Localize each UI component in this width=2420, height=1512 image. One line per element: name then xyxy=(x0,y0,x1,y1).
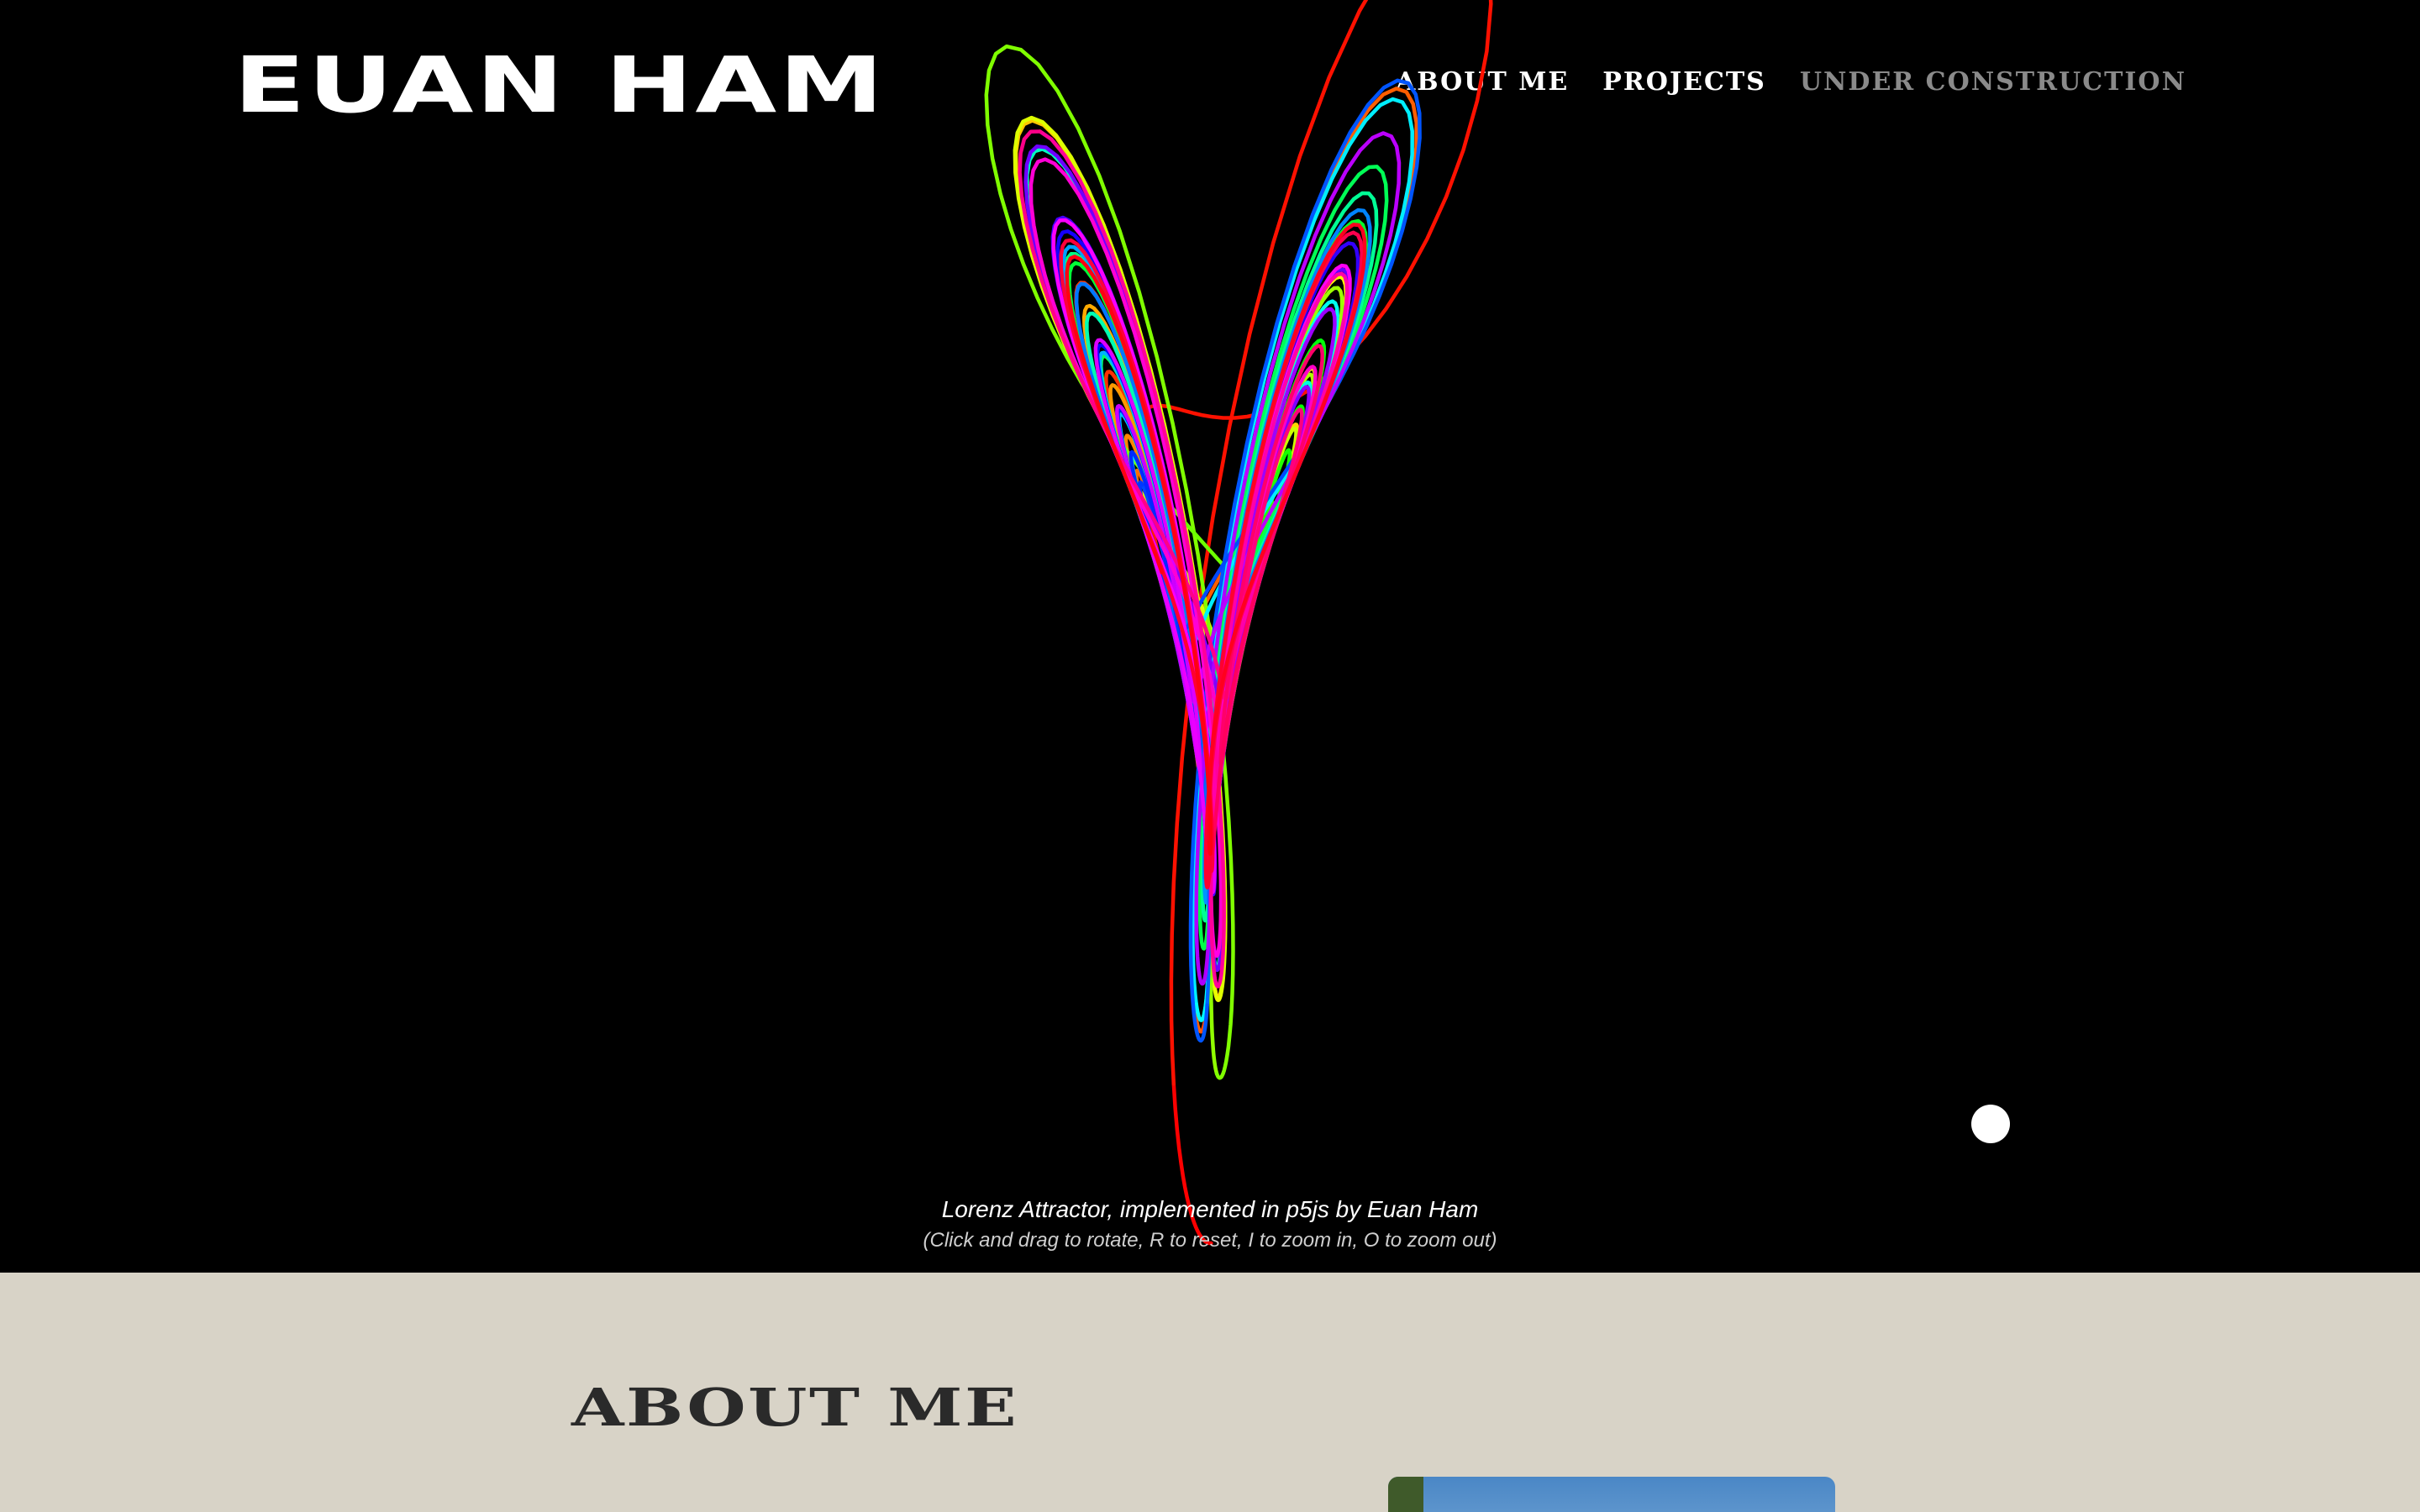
lorenz-attractor-canvas[interactable] xyxy=(0,0,2420,1273)
cursor-dot xyxy=(1971,1105,2010,1143)
about-title: ABOUT ME xyxy=(571,1377,1019,1438)
caption-instructions: (Click and drag to rotate, R to reset, I… xyxy=(923,1229,1497,1252)
about-section: ABOUT ME xyxy=(0,1273,2420,1512)
hero-section: EUAN HAM ABOUT ME PROJECTS UNDER CONSTRU… xyxy=(0,0,2420,1273)
caption-title: Lorenz Attractor, implemented in p5js by… xyxy=(941,1196,1479,1222)
profile-photo xyxy=(1388,1477,1835,1512)
attractor-caption: Lorenz Attractor, implemented in p5js by… xyxy=(0,1193,2420,1255)
photo-tree xyxy=(1388,1477,1423,1512)
